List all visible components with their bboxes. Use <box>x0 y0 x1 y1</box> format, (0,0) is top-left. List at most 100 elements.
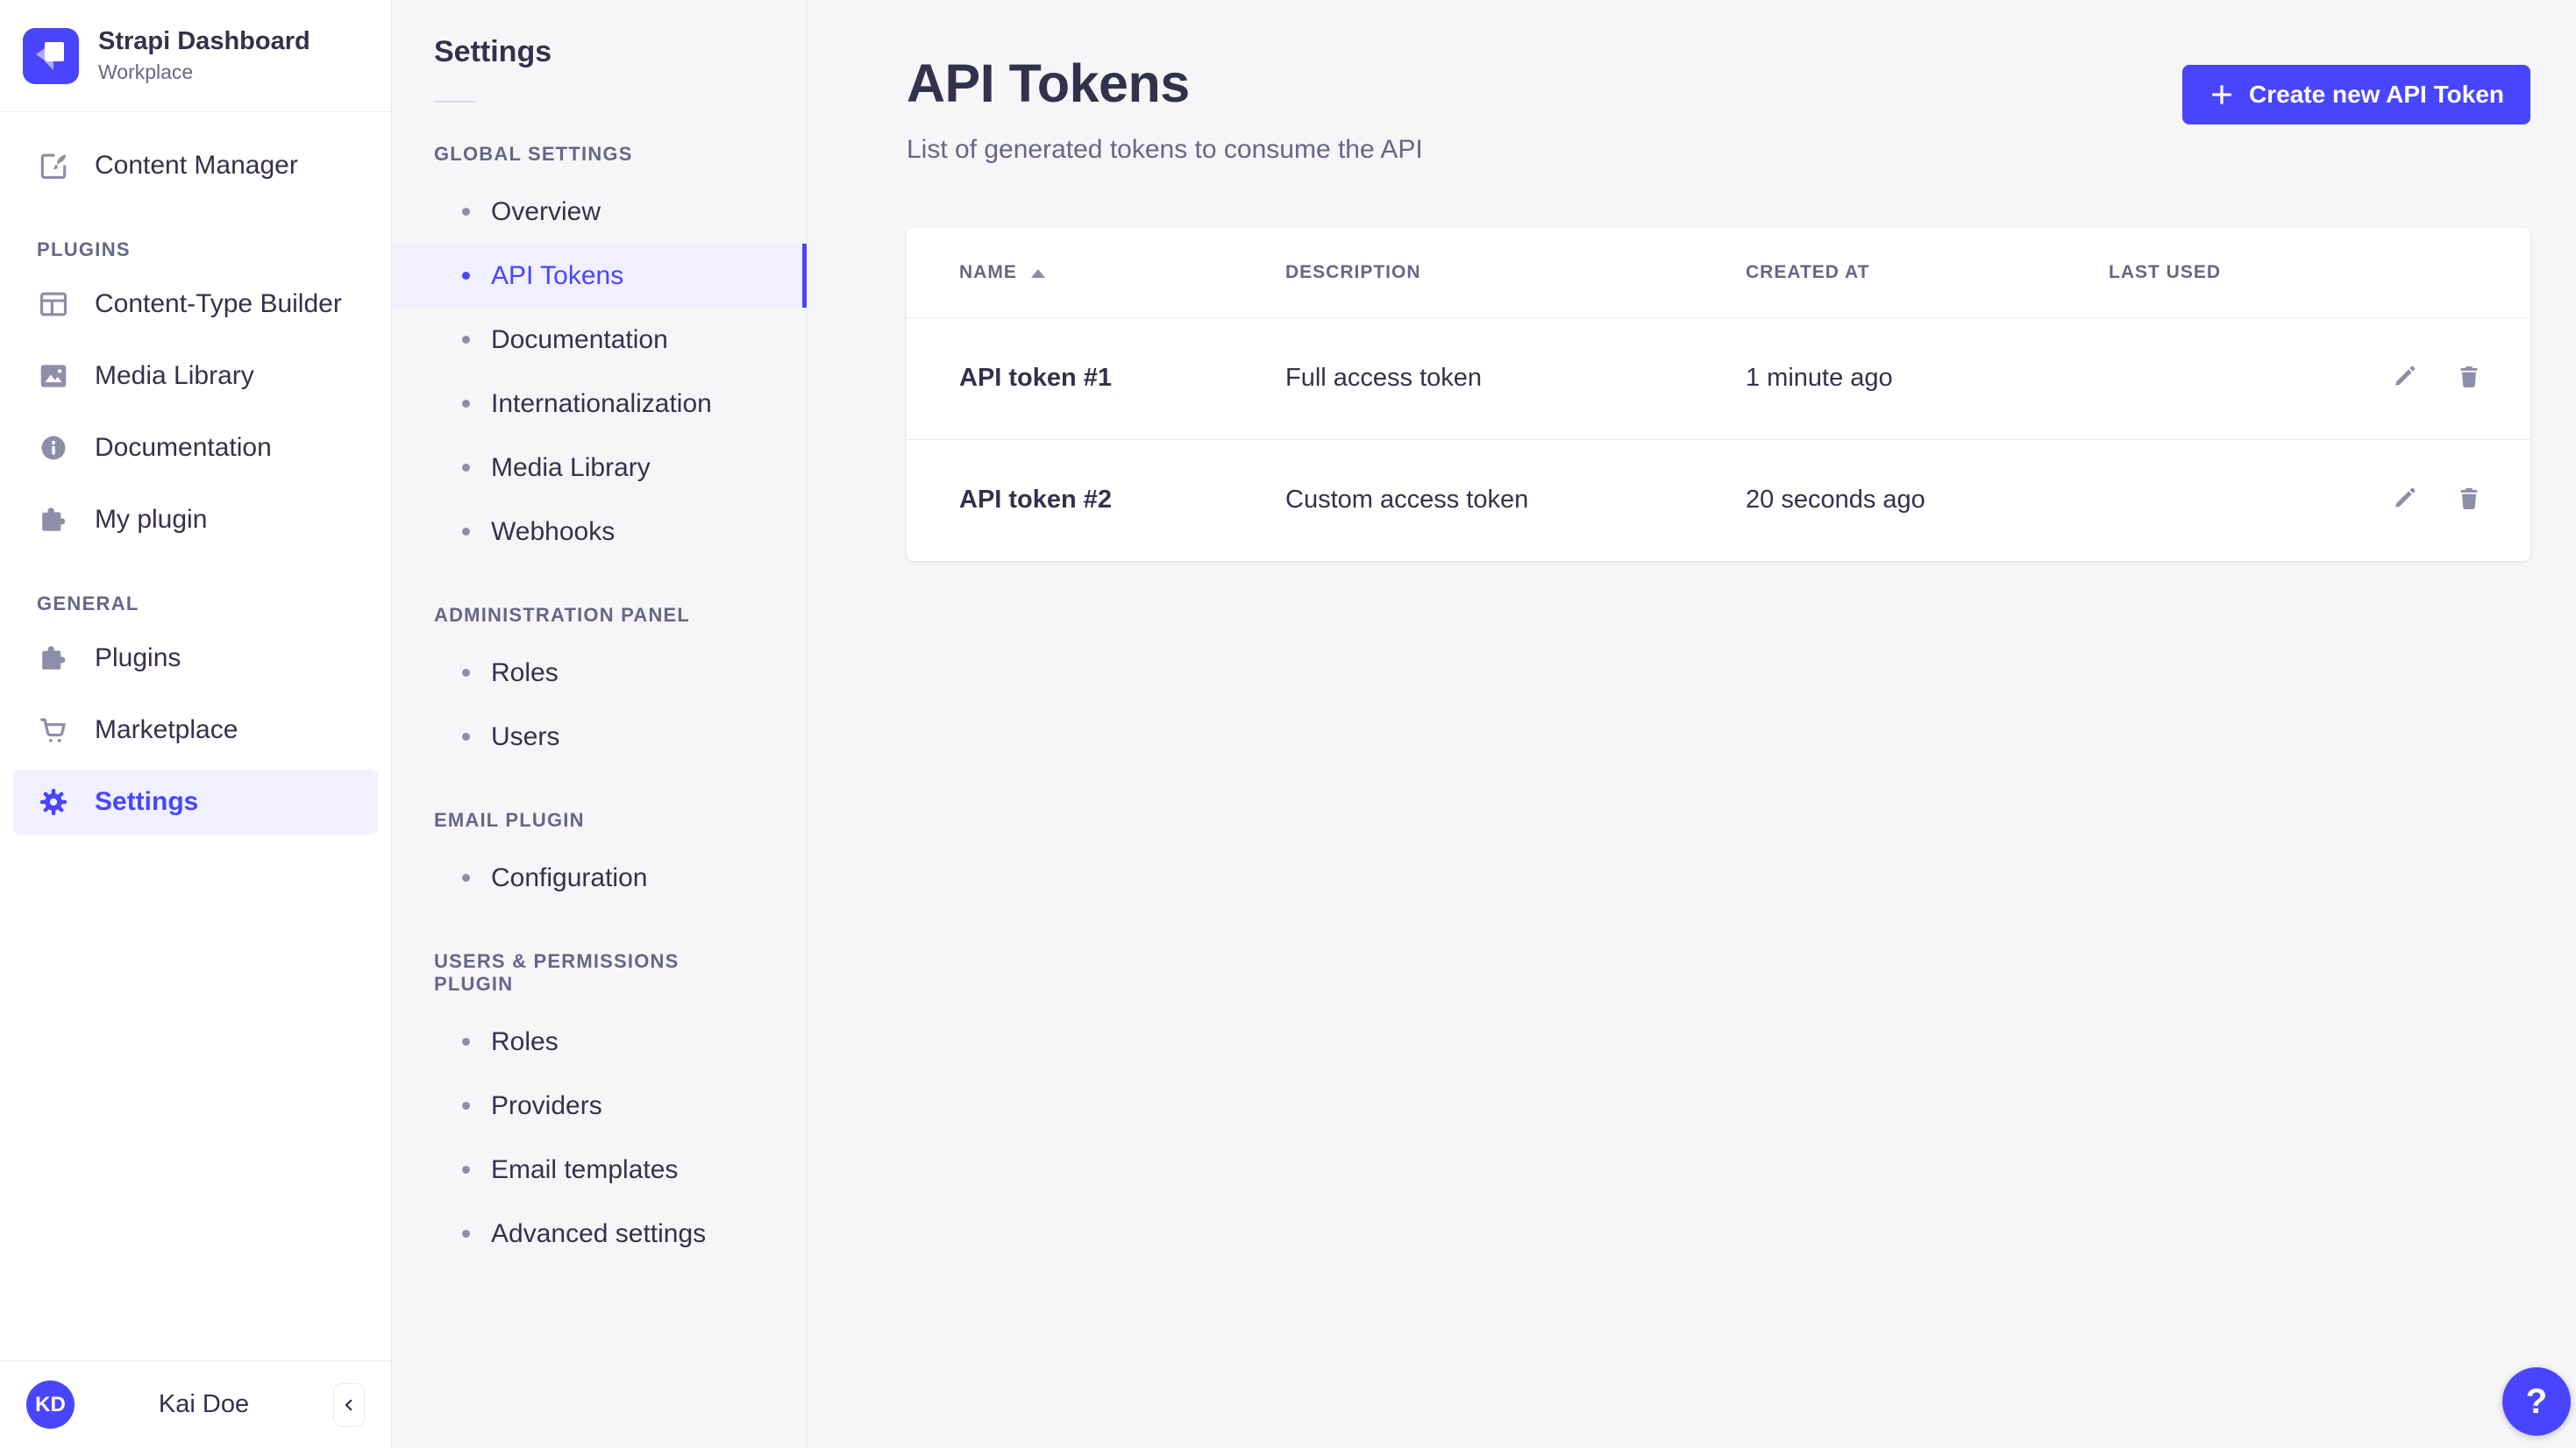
workspace-switcher[interactable]: Strapi Dashboard Workplace <box>0 0 391 112</box>
main-content: API Tokens List of generated tokens to c… <box>808 0 2576 1448</box>
sidebar-item-content-type-builder[interactable]: Content-Type Builder <box>13 272 378 337</box>
column-header-created-at[interactable]: CREATED AT <box>1746 228 2109 317</box>
subnav-item-webhooks[interactable]: Webhooks <box>392 500 807 564</box>
puzzle-icon <box>37 642 70 675</box>
bullet-dot <box>462 400 470 408</box>
create-api-token-button[interactable]: Create new API Token <box>2182 65 2530 124</box>
token-name: API token #2 <box>907 439 1285 561</box>
collapse-sidebar-button[interactable] <box>333 1383 365 1427</box>
subnav-item-advanced-settings[interactable]: Advanced settings <box>392 1202 807 1266</box>
sidebar-item-label: Settings <box>95 787 198 817</box>
token-created-at: 20 seconds ago <box>1746 439 2109 561</box>
subnav-item-label: Email templates <box>491 1155 678 1185</box>
strapi-logo-icon <box>23 28 79 84</box>
plus-icon <box>2209 82 2235 108</box>
column-header-label: LAST USED <box>2109 262 2221 282</box>
bullet-dot <box>462 272 470 280</box>
column-header-description[interactable]: DESCRIPTION <box>1285 228 1746 317</box>
edit-token-button[interactable] <box>2387 361 2422 396</box>
subnav-item-email-configuration[interactable]: Configuration <box>392 846 807 910</box>
avatar-initials: KD <box>35 1393 66 1417</box>
subnav-item-media-library[interactable]: Media Library <box>392 436 807 500</box>
image-icon <box>37 359 70 393</box>
sidebar-item-my-plugin[interactable]: My plugin <box>13 487 378 552</box>
bullet-dot <box>462 669 470 677</box>
delete-token-button[interactable] <box>2451 361 2487 396</box>
subnav-item-overview[interactable]: Overview <box>392 180 807 244</box>
sidebar-item-label: Marketplace <box>95 715 238 745</box>
subnav-item-providers[interactable]: Providers <box>392 1074 807 1138</box>
page-title: API Tokens <box>907 53 1423 114</box>
puzzle-icon <box>37 503 70 536</box>
create-api-token-label: Create new API Token <box>2249 81 2504 109</box>
token-last-used <box>2109 317 2345 439</box>
page-header: API Tokens List of generated tokens to c… <box>907 0 2530 165</box>
bullet-dot <box>462 1102 470 1110</box>
sidebar-item-label: Content-Type Builder <box>95 289 342 319</box>
column-header-actions <box>2345 228 2530 317</box>
tokens-table: NAME DESCRIPTION CREATED AT LAST USED <box>907 228 2530 561</box>
subnav-group-users-permissions-plugin: USERS & PERMISSIONS PLUGIN <box>434 950 765 996</box>
subnav-item-email-templates[interactable]: Email templates <box>392 1138 807 1202</box>
subnav-item-internationalization[interactable]: Internationalization <box>392 372 807 436</box>
gear-icon <box>37 785 70 819</box>
subnav-item-label: Configuration <box>491 863 647 893</box>
delete-token-button[interactable] <box>2451 483 2487 518</box>
sidebar-item-label: Plugins <box>95 643 181 673</box>
pen-icon <box>37 149 70 182</box>
help-button[interactable]: ? <box>2502 1367 2571 1436</box>
subnav-item-label: API Tokens <box>491 261 623 291</box>
sidebar-item-settings[interactable]: Settings <box>13 770 378 834</box>
help-button-label: ? <box>2526 1382 2547 1422</box>
bullet-dot <box>462 733 470 741</box>
token-description: Custom access token <box>1285 439 1746 561</box>
page-header-text: API Tokens List of generated tokens to c… <box>907 53 1423 165</box>
app-root: Strapi Dashboard Workplace Content Manag… <box>0 0 2576 1448</box>
divider <box>434 101 476 103</box>
chevron-left-icon <box>339 1395 359 1415</box>
column-header-label: NAME <box>959 262 1017 282</box>
layout-icon <box>37 287 70 321</box>
subnav-item-up-roles[interactable]: Roles <box>392 1010 807 1074</box>
tokens-table-card: NAME DESCRIPTION CREATED AT LAST USED <box>907 228 2530 561</box>
subnav-item-api-tokens[interactable]: API Tokens <box>392 244 807 308</box>
page-subtitle: List of generated tokens to consume the … <box>907 135 1423 165</box>
subnav-item-label: Internationalization <box>491 389 712 419</box>
sidebar-item-content-manager[interactable]: Content Manager <box>13 133 378 198</box>
column-header-name[interactable]: NAME <box>907 228 1285 317</box>
subnav-item-label: Advanced settings <box>491 1219 706 1249</box>
token-description: Full access token <box>1285 317 1746 439</box>
sidebar-item-plugins[interactable]: Plugins <box>13 626 378 691</box>
sort-asc-icon[interactable] <box>1031 269 1045 278</box>
bullet-dot <box>462 208 470 216</box>
main-sidebar: Strapi Dashboard Workplace Content Manag… <box>0 0 392 1448</box>
subnav-item-documentation[interactable]: Documentation <box>392 308 807 372</box>
table-header-row: NAME DESCRIPTION CREATED AT LAST USED <box>907 228 2530 317</box>
sidebar-item-label: Documentation <box>95 433 272 463</box>
avatar[interactable]: KD <box>26 1381 75 1429</box>
bullet-dot <box>462 1038 470 1046</box>
subnav-item-label: Roles <box>491 1027 559 1057</box>
table-row[interactable]: API token #2 Custom access token 20 seco… <box>907 439 2530 561</box>
row-actions <box>2345 439 2530 561</box>
table-row[interactable]: API token #1 Full access token 1 minute … <box>907 317 2530 439</box>
sidebar-item-marketplace[interactable]: Marketplace <box>13 698 378 763</box>
subnav-group-global-settings: GLOBAL SETTINGS <box>434 143 765 166</box>
pencil-icon <box>2390 485 2418 513</box>
app-title: Strapi Dashboard <box>98 27 310 56</box>
subnav-item-admin-users[interactable]: Users <box>392 705 807 769</box>
user-name: Kai Doe <box>75 1390 333 1419</box>
subnav-item-label: Roles <box>491 658 559 688</box>
sidebar-section-general: GENERAL <box>37 593 391 615</box>
column-header-last-used[interactable]: LAST USED <box>2109 228 2345 317</box>
subnav-item-label: Users <box>491 722 559 752</box>
subnav-item-admin-roles[interactable]: Roles <box>392 641 807 705</box>
sidebar-item-documentation[interactable]: Documentation <box>13 415 378 480</box>
sidebar-item-label: Content Manager <box>95 151 298 181</box>
sidebar-section-plugins: PLUGINS <box>37 238 391 261</box>
sidebar-item-media-library[interactable]: Media Library <box>13 344 378 408</box>
trash-icon <box>2455 363 2483 391</box>
subnav-group-email-plugin: EMAIL PLUGIN <box>434 809 765 832</box>
token-created-at: 1 minute ago <box>1746 317 2109 439</box>
edit-token-button[interactable] <box>2387 483 2422 518</box>
